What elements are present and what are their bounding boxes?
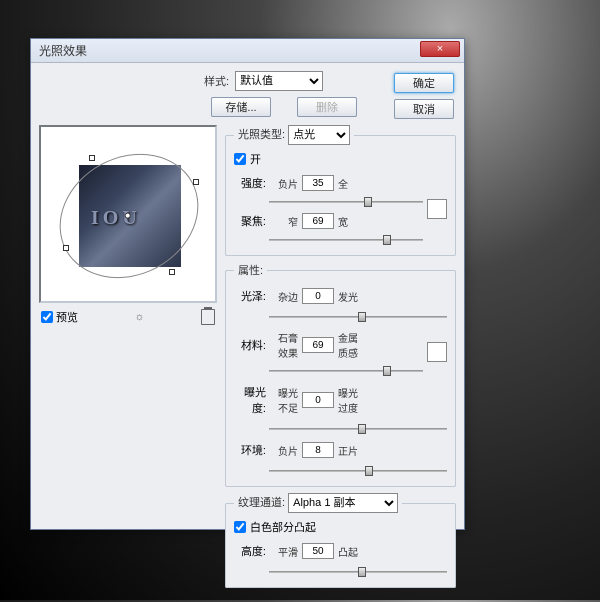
material-slider[interactable] bbox=[269, 364, 423, 378]
style-label: 样式: bbox=[204, 73, 229, 89]
height-value[interactable]: 50 bbox=[302, 543, 334, 559]
properties-group: 属性: 光泽:杂边0发光 材料:石膏效果69金属质感 曝光度:曝光不足0曝光过度 bbox=[225, 262, 456, 487]
preview-checkbox[interactable] bbox=[41, 311, 53, 323]
height-slider[interactable] bbox=[269, 565, 447, 579]
style-select[interactable]: 默认值 bbox=[235, 71, 323, 91]
gloss-value[interactable]: 0 bbox=[302, 288, 334, 304]
cancel-button[interactable]: 取消 bbox=[394, 99, 454, 119]
dialog-window: 光照效果 × 确定 取消 样式: 默认值 存储... 删除 IOU bbox=[30, 38, 465, 530]
preview-label: 预览 bbox=[56, 309, 78, 325]
white-high-checkbox[interactable] bbox=[234, 521, 246, 533]
intensity-value[interactable]: 35 bbox=[302, 175, 334, 191]
exposure-slider[interactable] bbox=[269, 422, 447, 436]
light-on-checkbox[interactable] bbox=[234, 153, 246, 165]
close-button[interactable]: × bbox=[420, 41, 460, 57]
delete-button: 删除 bbox=[297, 97, 357, 117]
light-type-select[interactable]: 点光 bbox=[288, 125, 350, 145]
gloss-slider[interactable] bbox=[269, 310, 447, 324]
white-high-label: 白色部分凸起 bbox=[250, 519, 316, 535]
light-handle[interactable] bbox=[193, 179, 199, 185]
light-on-label: 开 bbox=[250, 151, 261, 167]
preview-area[interactable]: IOU bbox=[39, 125, 217, 303]
light-ellipse[interactable] bbox=[38, 130, 221, 302]
lightbulb-icon[interactable]: ☼ bbox=[133, 310, 147, 324]
light-center-handle[interactable] bbox=[124, 212, 132, 220]
close-icon: × bbox=[437, 43, 443, 55]
focus-value[interactable]: 69 bbox=[302, 213, 334, 229]
material-value[interactable]: 69 bbox=[302, 337, 334, 353]
intensity-slider[interactable] bbox=[269, 195, 423, 209]
trash-icon[interactable] bbox=[201, 309, 215, 325]
light-handle[interactable] bbox=[169, 269, 175, 275]
light-handle[interactable] bbox=[89, 155, 95, 161]
light-handle[interactable] bbox=[63, 245, 69, 251]
save-button[interactable]: 存储... bbox=[211, 97, 271, 117]
exposure-value[interactable]: 0 bbox=[302, 392, 334, 408]
ambience-slider[interactable] bbox=[269, 464, 447, 478]
window-title: 光照效果 bbox=[39, 42, 87, 59]
texture-group: 纹理通道: Alpha 1 副本 白色部分凸起 高度:平滑50凸起 bbox=[225, 493, 456, 588]
focus-slider[interactable] bbox=[269, 233, 423, 247]
light-color-swatch[interactable] bbox=[427, 199, 447, 219]
ambient-color-swatch[interactable] bbox=[427, 342, 447, 362]
light-type-group: 光照类型: 点光 开 强度:负片35全 聚焦:窄69宽 bbox=[225, 125, 456, 256]
ok-button[interactable]: 确定 bbox=[394, 73, 454, 93]
texture-channel-select[interactable]: Alpha 1 副本 bbox=[288, 493, 398, 513]
ambience-value[interactable]: 8 bbox=[302, 442, 334, 458]
titlebar[interactable]: 光照效果 × bbox=[31, 39, 464, 63]
